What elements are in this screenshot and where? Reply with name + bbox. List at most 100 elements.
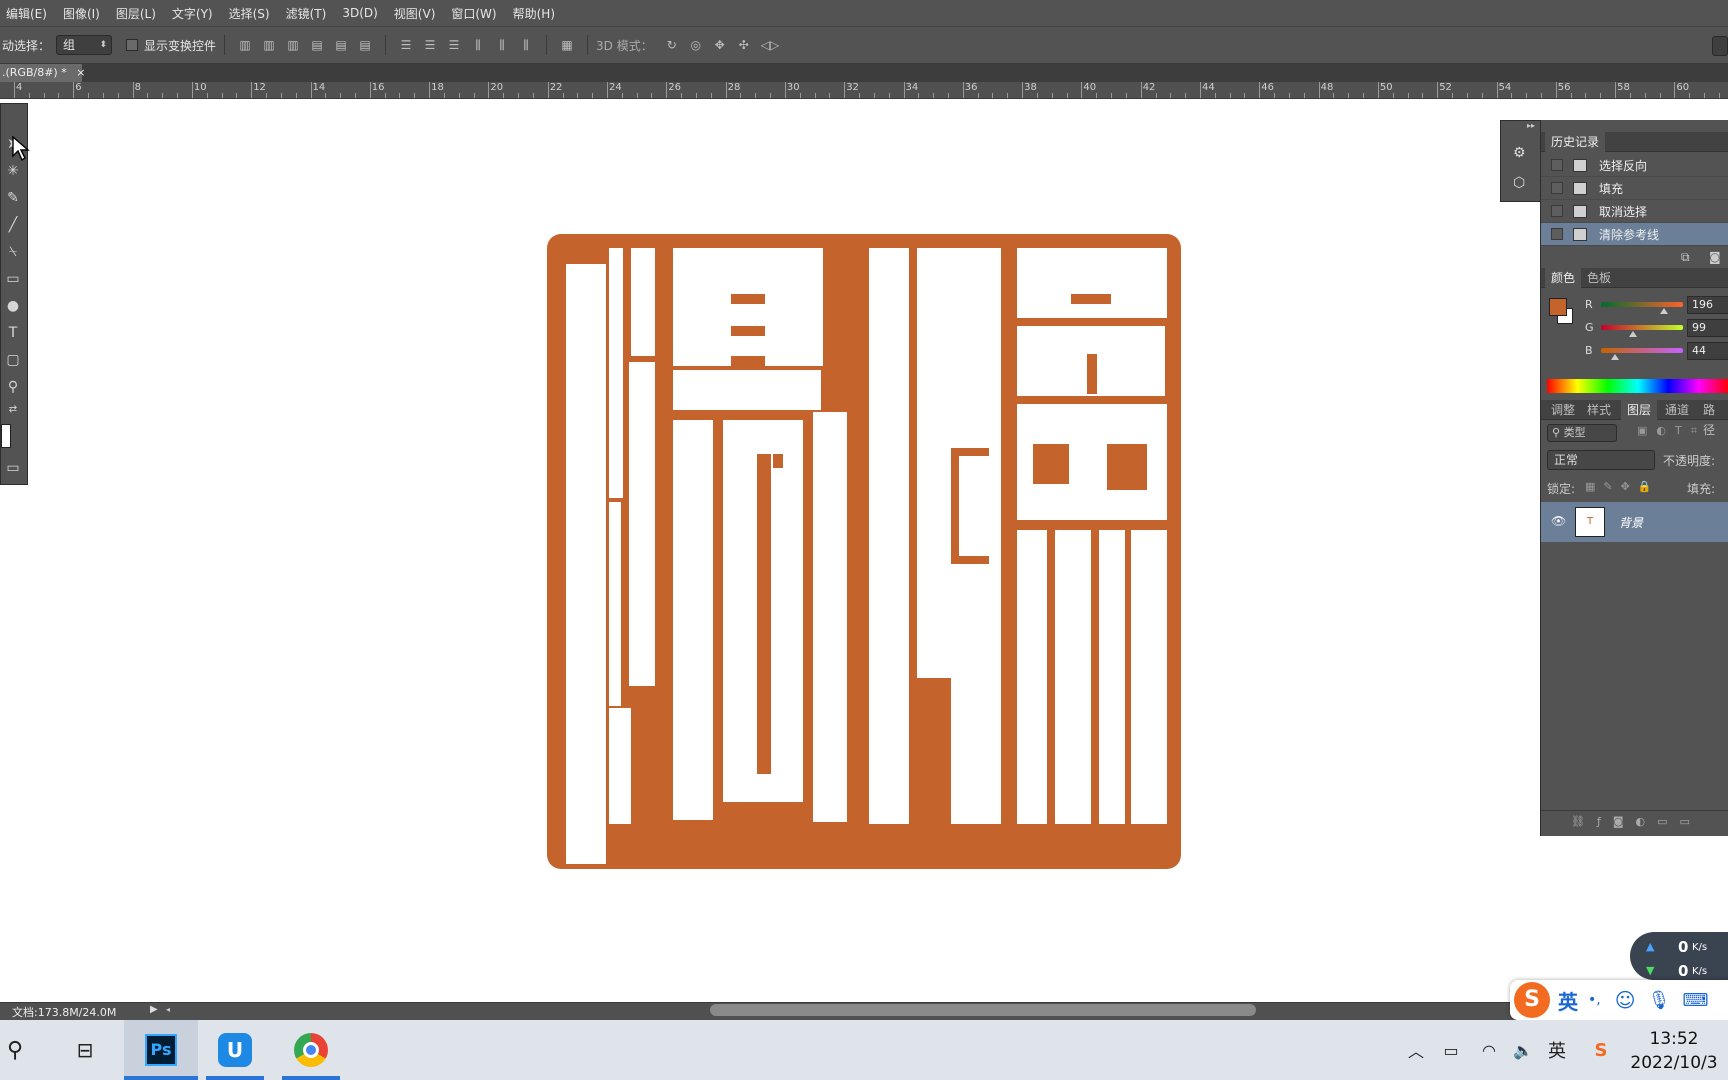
punctuation-icon[interactable]: •,: [1588, 992, 1601, 1008]
tray-ime-lang[interactable]: 英: [1542, 1020, 1572, 1080]
menu-select[interactable]: 选择(S): [229, 5, 270, 22]
menu-edit[interactable]: 编辑(E): [6, 5, 47, 22]
swap-colors-icon[interactable]: ⇄: [3, 400, 23, 420]
slider-knob[interactable]: [1660, 308, 1669, 314]
menu-view[interactable]: 视图(V): [394, 5, 436, 22]
new-document-icon[interactable]: ⧉: [1681, 250, 1690, 265]
align-top-icon[interactable]: ▥: [238, 38, 252, 52]
close-icon[interactable]: ×: [76, 66, 85, 79]
type-tool-icon[interactable]: T: [3, 323, 23, 343]
color-spectrum[interactable]: [1547, 379, 1728, 393]
history-item[interactable]: 取消选择: [1541, 200, 1728, 223]
auto-select-dropdown[interactable]: 组: [56, 35, 113, 55]
slide-3d-icon[interactable]: ✣: [737, 38, 751, 52]
volume-icon[interactable]: 🔈: [1508, 1020, 1538, 1080]
emoji-icon[interactable]: ☺: [1615, 988, 1636, 1012]
workspace-button[interactable]: [1712, 36, 1728, 56]
tab-color[interactable]: 颜色: [1545, 268, 1582, 288]
show-transform-checkbox[interactable]: [126, 39, 139, 51]
scale-3d-icon[interactable]: ◁▷: [761, 38, 779, 52]
lock-icons[interactable]: ▦✎✥🔒: [1585, 480, 1660, 493]
layer-name[interactable]: 背景: [1619, 514, 1643, 531]
menu-help[interactable]: 帮助(H): [513, 5, 555, 22]
scroll-left-icon[interactable]: ◂: [166, 1005, 170, 1014]
clock[interactable]: 13:52 2022/10/3: [1620, 1027, 1728, 1075]
menu-layer[interactable]: 图层(L): [116, 5, 156, 22]
history-item[interactable]: 填充: [1541, 177, 1728, 200]
3d-cube-icon[interactable]: ⬡: [1513, 175, 1531, 191]
keyboard-icon[interactable]: ⌨: [1682, 990, 1708, 1011]
foreground-swatch[interactable]: [1549, 298, 1567, 316]
history-item[interactable]: 清除参考线: [1541, 223, 1728, 246]
zoom-tool-icon[interactable]: ⚲: [3, 377, 23, 397]
microphone-icon[interactable]: 🎙: [1648, 990, 1671, 1011]
channel-value-input[interactable]: 99: [1687, 319, 1728, 337]
document-tab[interactable]: .(RGB/8#) * ×: [0, 64, 85, 82]
pan-3d-icon[interactable]: ✥: [713, 38, 727, 52]
taskbar-app-u[interactable]: U: [200, 1020, 270, 1080]
sogou-logo-icon[interactable]: S: [1514, 982, 1550, 1018]
tab-layers[interactable]: 图层: [1621, 400, 1658, 420]
channel-slider[interactable]: [1601, 348, 1683, 353]
distribute-left-icon[interactable]: ⫼: [471, 38, 485, 52]
menu-window[interactable]: 窗口(W): [451, 5, 496, 22]
history-checkbox[interactable]: [1551, 182, 1563, 194]
slider-knob[interactable]: [1611, 354, 1620, 360]
battery-icon[interactable]: ▭: [1436, 1020, 1466, 1080]
distribute-right-icon[interactable]: ⫼: [519, 38, 533, 52]
ime-lang-toggle[interactable]: 英: [1558, 986, 1578, 1015]
distribute-hcenter-icon[interactable]: ⫼: [495, 38, 509, 52]
taskbar-photoshop[interactable]: Ps: [124, 1020, 198, 1080]
distribute-top-icon[interactable]: ☰: [399, 38, 413, 52]
search-icon[interactable]: ⚲: [0, 1020, 30, 1080]
layer-row[interactable]: 👁 T 背景: [1541, 502, 1728, 542]
align-bottom-icon[interactable]: ▥: [286, 38, 300, 52]
channel-slider[interactable]: [1601, 302, 1683, 307]
distribute-bottom-icon[interactable]: ☰: [447, 38, 461, 52]
collapse-icon[interactable]: ▸▸: [1527, 121, 1535, 130]
network-speed-widget[interactable]: ▲ 0 K/s ▼ 0 K/s: [1630, 932, 1728, 980]
tab-adjustments[interactable]: 调整: [1545, 400, 1581, 420]
tray-expand-icon[interactable]: ︿: [1404, 1020, 1428, 1080]
history-checkbox[interactable]: [1551, 228, 1563, 240]
auto-align-icon[interactable]: ▦: [560, 38, 574, 52]
visibility-eye-icon[interactable]: 👁: [1551, 514, 1566, 528]
align-left-icon[interactable]: ▤: [310, 38, 324, 52]
gradient-icon[interactable]: ▭: [3, 269, 23, 289]
tab-paths[interactable]: 路径: [1697, 400, 1728, 437]
menu-filter[interactable]: 滤镜(T): [286, 5, 327, 22]
channel-value-input[interactable]: 44: [1687, 342, 1728, 360]
status-arrow-icon[interactable]: ▶: [150, 1004, 158, 1015]
history-checkbox[interactable]: [1551, 205, 1563, 217]
magic-wand-icon[interactable]: ✳: [3, 161, 23, 181]
menu-type[interactable]: 文字(Y): [172, 5, 213, 22]
blend-mode-dropdown[interactable]: 正常: [1547, 450, 1655, 470]
align-vcenter-icon[interactable]: ▥: [262, 38, 276, 52]
brush-icon[interactable]: ╱: [3, 215, 23, 235]
tab-swatches[interactable]: 色板: [1581, 268, 1617, 288]
history-checkbox[interactable]: [1551, 159, 1563, 171]
camera-icon[interactable]: ◙: [1709, 250, 1721, 264]
horizontal-scrollbar[interactable]: [710, 1004, 1256, 1016]
dodge-icon[interactable]: ●: [3, 296, 23, 316]
tab-history[interactable]: 历史记录: [1545, 132, 1606, 152]
foreground-swatch[interactable]: [1, 424, 11, 448]
roll-3d-icon[interactable]: ◎: [689, 38, 703, 52]
distribute-vcenter-icon[interactable]: ☰: [423, 38, 437, 52]
task-view-icon[interactable]: ⊟: [60, 1020, 110, 1080]
tab-channels[interactable]: 通道: [1659, 400, 1695, 420]
tray-sogou-icon[interactable]: S: [1586, 1020, 1616, 1080]
align-right-icon[interactable]: ▤: [358, 38, 372, 52]
wifi-icon[interactable]: ◠: [1474, 1020, 1504, 1080]
properties-icon[interactable]: ⚙: [1513, 145, 1531, 161]
layer-filter-dropdown[interactable]: ⚲ 类型: [1547, 424, 1617, 442]
shape-tool-icon[interactable]: ▢: [3, 350, 23, 370]
stamp-icon[interactable]: ⍀: [3, 242, 23, 262]
menu-image[interactable]: 图像(I): [63, 5, 100, 22]
rotate-3d-icon[interactable]: ↻: [665, 38, 679, 52]
align-hcenter-icon[interactable]: ▤: [334, 38, 348, 52]
taskbar-chrome[interactable]: [276, 1020, 346, 1080]
tab-styles[interactable]: 样式: [1581, 400, 1617, 420]
screen-mode-icon[interactable]: ▭: [3, 458, 23, 478]
channel-value-input[interactable]: 196: [1687, 296, 1728, 314]
